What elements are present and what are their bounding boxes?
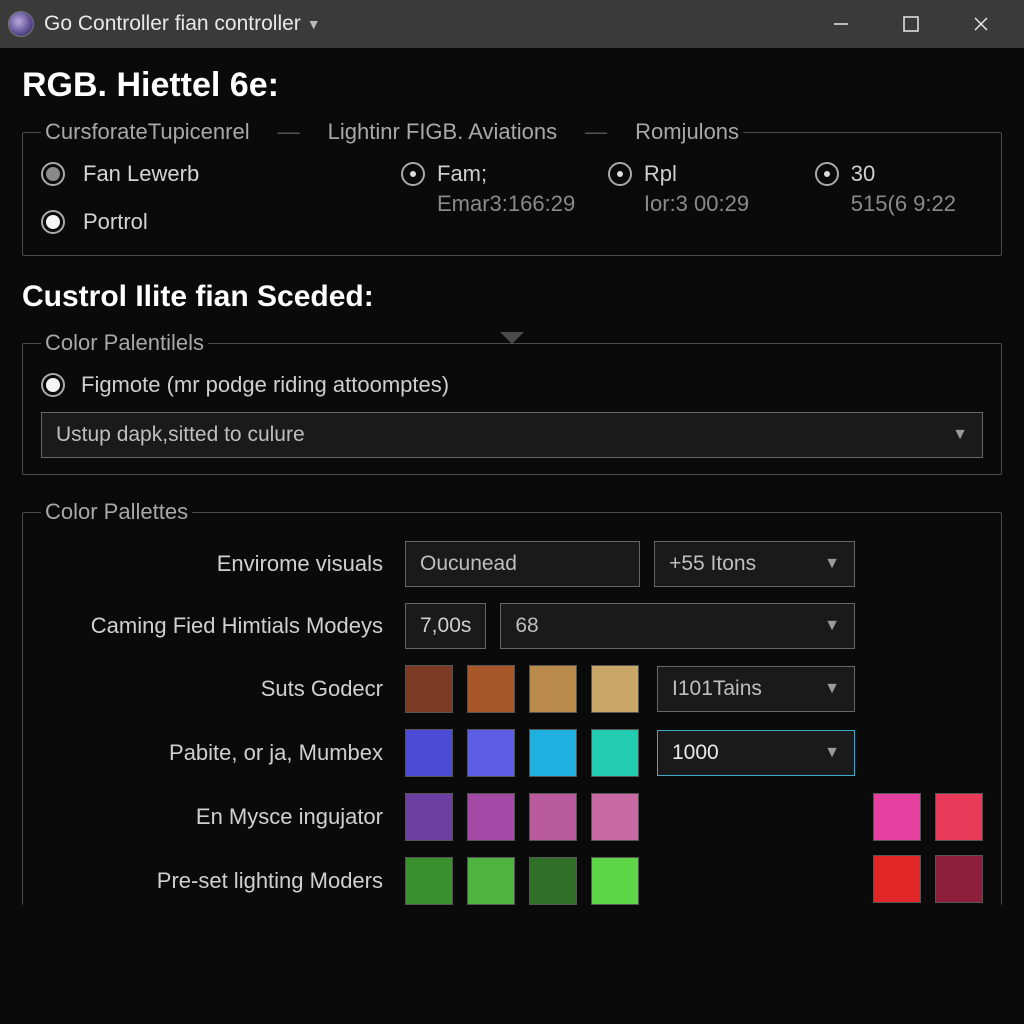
swatch[interactable]: [873, 793, 921, 841]
swatch[interactable]: [591, 793, 639, 841]
radio-dot-icon: [608, 162, 632, 186]
section-custrol-title: Custrol Ilite fian Sceded:: [22, 280, 1002, 314]
col-30-sub: 515(6 9:22: [815, 191, 983, 217]
pabite-combo[interactable]: 1000 ▼: [657, 730, 855, 776]
chevron-down-icon: ▼: [824, 555, 840, 573]
chevron-down-icon: ▼: [824, 617, 840, 635]
swatch[interactable]: [529, 729, 577, 777]
palettes-panel: Color Pallettes Envirome visuals Oucunea…: [22, 499, 1002, 905]
title-dropdown-icon[interactable]: ▼: [307, 16, 321, 32]
right-swatch-grid: [873, 793, 983, 903]
close-button[interactable]: [946, 0, 1016, 48]
swatch[interactable]: [405, 857, 453, 905]
swatch[interactable]: [405, 665, 453, 713]
swatch[interactable]: [591, 665, 639, 713]
col-fam-sub: Emar3:166:29: [401, 191, 588, 217]
radio-portrol[interactable]: Portrol: [41, 209, 391, 235]
gaming-right-combo[interactable]: 68 ▼: [500, 603, 855, 649]
content-area: RGB. Hiettel 6e: CursforateTupicenrel — …: [0, 48, 1024, 905]
col-fam[interactable]: Fam;: [401, 161, 588, 187]
swatch[interactable]: [529, 665, 577, 713]
chevron-down-icon: ▼: [824, 744, 840, 762]
palentilels-combo-value: Ustup dapk,sitted to culure: [56, 423, 305, 447]
swatch[interactable]: [529, 857, 577, 905]
radio-label: Portrol: [83, 209, 148, 235]
palentilels-panel: Color Palentilels Figmote (mr podge ridi…: [22, 330, 1002, 475]
app-icon: [8, 11, 34, 37]
suts-combo[interactable]: I101Tains ▼: [657, 666, 855, 712]
palentilels-combo[interactable]: Ustup dapk,sitted to culure ▼: [41, 412, 983, 458]
swatch[interactable]: [529, 793, 577, 841]
swatch[interactable]: [467, 793, 515, 841]
app-title: Go Controller fian controller: [44, 12, 301, 36]
page-title: RGB. Hiettel 6e:: [22, 66, 1002, 105]
radio-fan-lewerb[interactable]: Fan Lewerb: [41, 161, 391, 187]
combo-value: 68: [515, 614, 538, 638]
radio-dot-icon: [401, 162, 425, 186]
figmote-option[interactable]: Figmote (mr podge riding attoomptes): [41, 372, 983, 398]
input-value: 7,00s: [420, 614, 471, 638]
titlebar: Go Controller fian controller ▼: [0, 0, 1024, 48]
radio-dot-icon: [41, 210, 65, 234]
swatch[interactable]: [935, 855, 983, 903]
minimize-button[interactable]: [806, 0, 876, 48]
label-pabite: Pabite, or ja, Mumbex: [41, 740, 391, 766]
radio-dot-icon: [41, 373, 65, 397]
swatch[interactable]: [405, 729, 453, 777]
gaming-left-input[interactable]: 7,00s: [405, 603, 486, 649]
envirome-right-combo[interactable]: +55 Itons ▼: [654, 541, 855, 587]
swatch[interactable]: [591, 729, 639, 777]
swatch[interactable]: [405, 793, 453, 841]
pabite-swatches: [405, 729, 639, 777]
palettes-legend: Color Pallettes: [41, 499, 192, 525]
col-rpl[interactable]: Rpl: [608, 161, 795, 187]
label-envirome: Envirome visuals: [41, 551, 391, 577]
swatch[interactable]: [873, 855, 921, 903]
swatch[interactable]: [935, 793, 983, 841]
col-rpl-sub: Ior:3 00:29: [608, 191, 795, 217]
preset-swatches: [405, 857, 855, 905]
maximize-button[interactable]: [876, 0, 946, 48]
suts-swatches: [405, 665, 639, 713]
top-panel: CursforateTupicenrel — Lightinr FIGB. Av…: [22, 119, 1002, 256]
window-controls: [806, 0, 1016, 48]
chevron-down-icon: ▼: [824, 680, 840, 698]
radio-dot-icon: [41, 162, 65, 186]
label-en-mysce: En Mysce ingujator: [41, 804, 391, 830]
swatch[interactable]: [467, 665, 515, 713]
chevron-down-icon: ▼: [952, 426, 968, 444]
figmote-label: Figmote (mr podge riding attoomptes): [81, 372, 449, 398]
swatch[interactable]: [591, 857, 639, 905]
en-mysce-swatches: [405, 793, 855, 841]
combo-value: I101Tains: [672, 677, 762, 701]
col-head: 30: [851, 161, 875, 187]
swatch[interactable]: [467, 857, 515, 905]
label-preset: Pre-set lighting Moders: [41, 868, 391, 894]
top-legend-0: CursforateTupicenrel: [45, 119, 250, 145]
envirome-left-combo[interactable]: Oucunead: [405, 541, 640, 587]
col-head: Rpl: [644, 161, 677, 187]
top-panel-legend: CursforateTupicenrel — Lightinr FIGB. Av…: [41, 119, 743, 145]
combo-value: Oucunead: [420, 552, 517, 576]
top-legend-2: Romjulons: [635, 119, 739, 145]
top-legend-1: Lightinr FIGB. Aviations: [328, 119, 558, 145]
label-gaming: Caming Fied Himtials Modeys: [41, 613, 391, 639]
radio-label: Fan Lewerb: [83, 161, 199, 187]
col-30[interactable]: 30: [815, 161, 983, 187]
pointer-down-icon: [23, 332, 1001, 344]
combo-value: +55 Itons: [669, 552, 756, 576]
combo-value: 1000: [672, 741, 719, 765]
swatch[interactable]: [467, 729, 515, 777]
col-head: Fam;: [437, 161, 487, 187]
label-suts: Suts Godecr: [41, 676, 391, 702]
radio-dot-icon: [815, 162, 839, 186]
